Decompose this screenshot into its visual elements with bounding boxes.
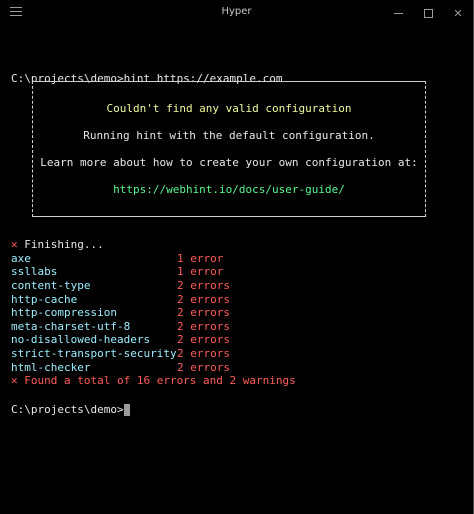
error-count: 2 errors: [177, 278, 230, 292]
result-row: axe 1 error: [11, 252, 296, 266]
minimize-icon: [393, 12, 403, 14]
title-bar[interactable]: Hyper ✕: [0, 0, 473, 26]
text-cursor: [123, 403, 130, 416]
error-count: 2 errors: [177, 333, 230, 347]
error-count: 2 errors: [177, 347, 230, 361]
hint-name: html-checker: [11, 360, 91, 374]
result-row: content-type 2 errors: [11, 279, 296, 293]
error-count: 2 errors: [177, 306, 230, 320]
result-row: http-cache 2 errors: [11, 293, 296, 307]
hint-name: no-disallowed-headers: [11, 333, 151, 347]
error-count: 2 errors: [177, 360, 230, 374]
error-count: 1 error: [177, 251, 224, 265]
hint-name: http-cache: [11, 292, 78, 306]
summary-line: ✕ Found a total of 16 errors and 2 warni…: [11, 374, 296, 388]
config-message-box: Couldn't find any valid configuration Ru…: [32, 81, 426, 217]
hint-name: ssllabs: [11, 265, 58, 279]
hint-name: content-type: [11, 278, 91, 292]
close-icon: ✕: [453, 6, 463, 20]
hint-name: http-compression: [11, 306, 117, 320]
maximize-icon: [423, 8, 433, 18]
hint-name: meta-charset-utf-8: [11, 319, 131, 333]
hyper-window: Hyper ✕ C:\projects\demo>hint https://ex…: [0, 0, 474, 514]
finishing-text: ✕ Finishing...: [11, 238, 104, 252]
hint-name: axe: [11, 251, 31, 265]
error-count: 1 error: [177, 265, 224, 279]
docs-link[interactable]: https://webhint.io/docs/user-guide/: [33, 183, 425, 196]
maximize-button[interactable]: [413, 0, 443, 26]
result-row: strict-transport-security 2 errors: [11, 347, 296, 361]
box-line-learn-more: Learn more about how to create your own …: [40, 156, 418, 169]
close-button[interactable]: ✕: [443, 0, 473, 26]
finishing-label: Finishing...: [24, 238, 104, 251]
result-row: http-compression 2 errors: [11, 306, 296, 320]
summary-text: ✕ Found a total of 16 errors and 2 warni…: [11, 374, 296, 388]
hint-results: ✕ Finishing... axe 1 error ssllabs 1 error c…: [11, 238, 296, 388]
result-row: no-disallowed-headers 2 errors: [11, 333, 296, 347]
box-line-default-config: Running hint with the default configurat…: [83, 129, 375, 142]
finishing-line: ✕ Finishing...: [11, 238, 296, 252]
result-row: meta-charset-utf-8 2 errors: [11, 320, 296, 334]
box-heading: Couldn't find any valid configuration: [106, 102, 352, 115]
prompt-text: C:\projects\demo>: [11, 403, 124, 416]
result-row: ssllabs 1 error: [11, 265, 296, 279]
error-x-icon: ✕: [11, 238, 25, 251]
results-list: axe 1 error ssllabs 1 error content-type 2 er…: [11, 252, 296, 375]
error-count: 2 errors: [177, 292, 230, 306]
error-count: 2 errors: [177, 319, 230, 333]
window-controls: ✕: [383, 0, 473, 26]
minimize-button[interactable]: [383, 0, 413, 26]
result-row: html-checker 2 errors: [11, 361, 296, 375]
hint-name: strict-transport-security: [11, 347, 177, 361]
terminal-prompt[interactable]: C:\projects\demo>: [11, 403, 130, 417]
